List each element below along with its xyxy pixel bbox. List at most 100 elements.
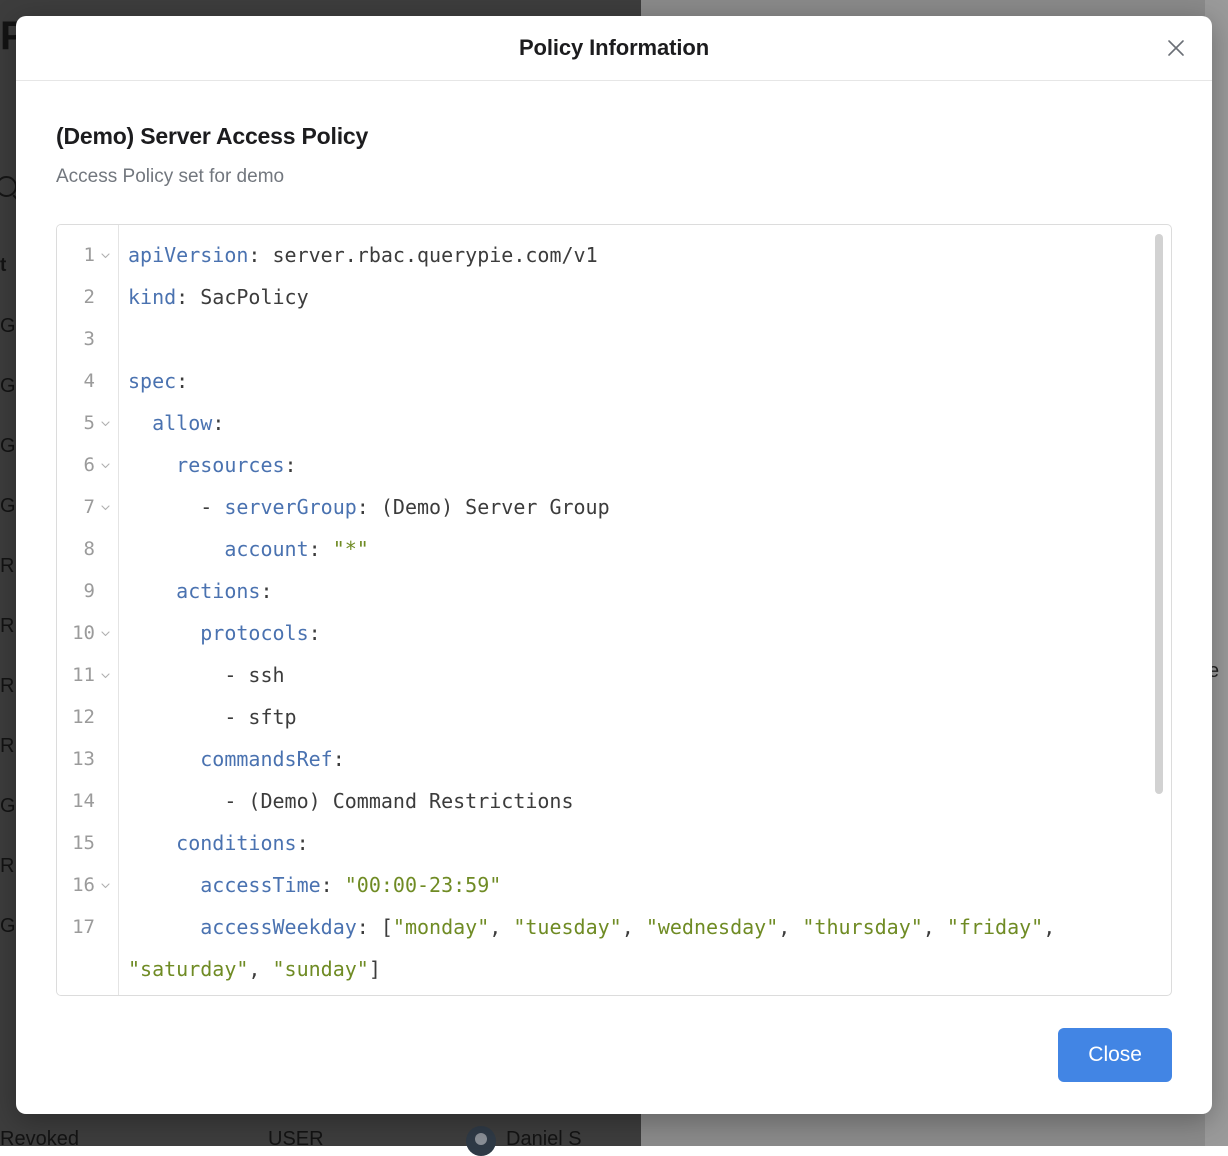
editor-code-line[interactable]: kind: SacPolicy: [128, 276, 1171, 318]
editor-line-number-label: 3: [84, 330, 95, 349]
modal-body: (Demo) Server Access Policy Access Polic…: [16, 81, 1212, 996]
chevron-down-icon[interactable]: [98, 250, 112, 261]
editor-line-number: 9: [57, 570, 118, 612]
editor-code-line[interactable]: actions:: [128, 570, 1171, 612]
chevron-down-icon[interactable]: [98, 628, 112, 639]
editor-line-number-label: 10: [72, 624, 95, 643]
editor-line-number: 15: [57, 822, 118, 864]
chevron-down-icon[interactable]: [98, 670, 112, 681]
code-token-plain: [128, 453, 176, 477]
editor-code-area[interactable]: apiVersion: server.rbac.querypie.com/v1k…: [119, 225, 1171, 995]
code-token-str: "saturday": [128, 957, 248, 981]
code-token-key: account: [224, 537, 308, 561]
code-token-plain: : server.rbac.querypie.com/v1: [248, 243, 597, 267]
code-token-plain: :: [260, 579, 272, 603]
editor-code-line[interactable]: account: "*": [128, 528, 1171, 570]
code-token-key: serverGroup: [224, 495, 356, 519]
editor-code-line[interactable]: protocols:: [128, 612, 1171, 654]
code-token-plain: [128, 621, 200, 645]
code-token-str: "friday": [947, 915, 1043, 939]
page-title: Policy Information: [519, 35, 709, 61]
code-token-key: resources: [176, 453, 284, 477]
editor-code-line[interactable]: - sftp: [128, 696, 1171, 738]
editor-code-line[interactable]: accessTime: "00:00-23:59": [128, 864, 1171, 906]
code-token-plain: [128, 537, 224, 561]
code-token-key: kind: [128, 285, 176, 309]
list-item: R: [0, 855, 14, 878]
code-token-plain: ,: [778, 915, 802, 939]
editor-code-line[interactable]: resources:: [128, 444, 1171, 486]
editor-code-line[interactable]: [128, 318, 1171, 360]
policy-name: (Demo) Server Access Policy: [56, 123, 1172, 150]
editor-code-line[interactable]: apiVersion: server.rbac.querypie.com/v1: [128, 234, 1171, 276]
code-token-plain: ,: [489, 915, 513, 939]
editor-line-number-label: 8: [84, 540, 95, 559]
avatar: [466, 1126, 496, 1156]
editor-code-line[interactable]: - ssh: [128, 654, 1171, 696]
editor-line-number: 14: [57, 780, 118, 822]
code-token-plain: :: [333, 747, 345, 771]
code-token-plain: ,: [1043, 915, 1067, 939]
editor-line-number: 3: [57, 318, 118, 360]
background-table-header-cell: t: [0, 255, 6, 277]
list-item: G: [0, 375, 16, 398]
code-token-str: "00:00-23:59": [345, 873, 502, 897]
editor-line-number-label: 13: [72, 750, 95, 769]
editor-line-number: 17: [57, 906, 118, 948]
code-token-key: accessWeekday: [200, 915, 357, 939]
editor-line-number-label: 17: [72, 918, 95, 937]
editor-code-line[interactable]: - (Demo) Command Restrictions: [128, 780, 1171, 822]
chevron-down-icon[interactable]: [98, 418, 112, 429]
list-item: G: [0, 495, 16, 518]
code-token-key: actions: [176, 579, 260, 603]
editor-code-line[interactable]: accessWeekday: ["monday", "tuesday", "we…: [128, 906, 1171, 990]
editor-line-number: 7: [57, 486, 118, 528]
close-button[interactable]: Close: [1058, 1028, 1172, 1081]
close-icon[interactable]: [1160, 32, 1192, 64]
editor-line-number: 1: [57, 234, 118, 276]
editor-code-line[interactable]: - serverGroup: (Demo) Server Group: [128, 486, 1171, 528]
editor-code-line[interactable]: spec:: [128, 360, 1171, 402]
code-token-plain: : (Demo) Server Group: [357, 495, 610, 519]
code-token-plain: ,: [923, 915, 947, 939]
code-token-plain: ]: [369, 957, 381, 981]
code-token-plain: [128, 873, 200, 897]
code-token-plain: ,: [248, 957, 272, 981]
policy-yaml-editor[interactable]: 1234567891011121314151617 apiVersion: se…: [56, 224, 1172, 996]
editor-line-number: 10: [57, 612, 118, 654]
code-token-key: allow: [152, 411, 212, 435]
code-token-str: "monday": [393, 915, 489, 939]
code-token-plain: :: [297, 831, 309, 855]
editor-line-number-label: 7: [84, 498, 95, 517]
code-token-plain: :: [285, 453, 297, 477]
chevron-down-icon[interactable]: [98, 502, 112, 513]
code-token-plain: :: [212, 411, 224, 435]
chevron-down-icon[interactable]: [98, 460, 112, 471]
editor-line-number: 16: [57, 864, 118, 906]
list-item: R: [0, 735, 14, 758]
editor-code-line[interactable]: conditions:: [128, 822, 1171, 864]
editor-line-number-label: 1: [84, 246, 95, 265]
editor-code-line[interactable]: commandsRef:: [128, 738, 1171, 780]
editor-line-number: 4: [57, 360, 118, 402]
code-token-key: spec: [128, 369, 176, 393]
editor-line-number-label: 15: [72, 834, 95, 853]
list-item: R: [0, 555, 14, 578]
editor-line-number: 5: [57, 402, 118, 444]
table-cell-user: Daniel S: [506, 1128, 582, 1151]
editor-line-number-label: 5: [84, 414, 95, 433]
modal-header: Policy Information: [16, 16, 1212, 81]
code-token-str: "sunday": [273, 957, 369, 981]
editor-line-number: 6: [57, 444, 118, 486]
editor-line-number-label: 2: [84, 288, 95, 307]
code-token-plain: [128, 831, 176, 855]
editor-line-number-label: 9: [84, 582, 95, 601]
chevron-down-icon[interactable]: [98, 880, 112, 891]
editor-line-number-gutter: 1234567891011121314151617: [57, 225, 119, 995]
editor-code-line[interactable]: allow:: [128, 402, 1171, 444]
code-token-str: "wednesday": [646, 915, 778, 939]
editor-vertical-scrollbar[interactable]: [1155, 234, 1163, 794]
code-token-plain: [128, 579, 176, 603]
list-item: G: [0, 915, 16, 938]
list-item: R: [0, 615, 14, 638]
